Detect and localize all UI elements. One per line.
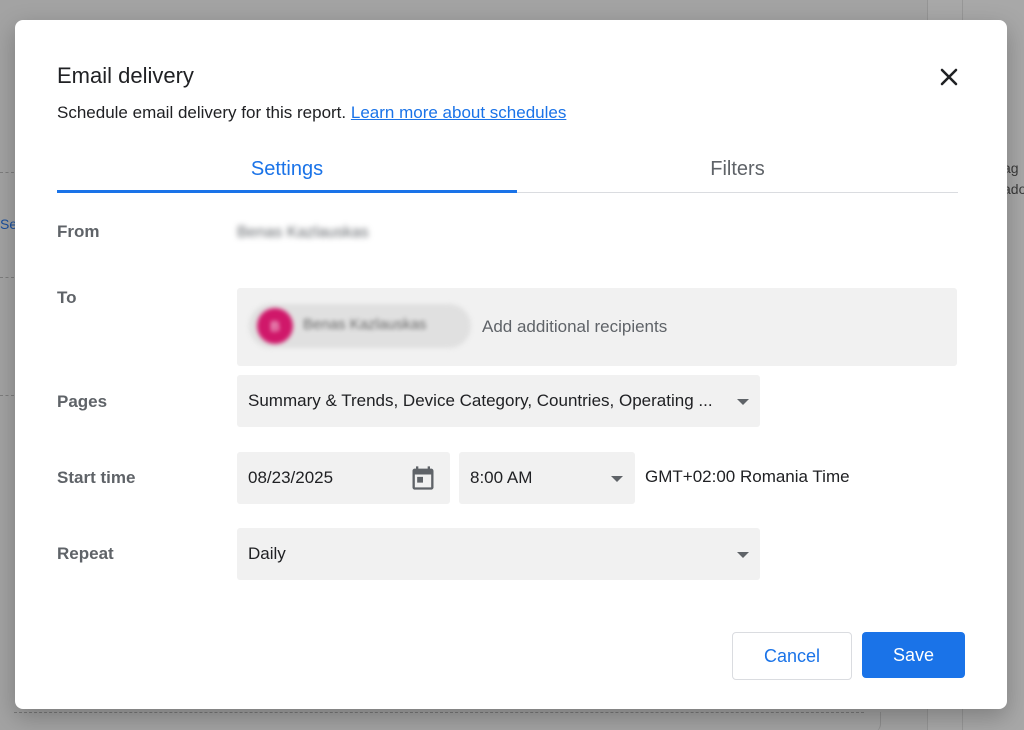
learn-more-link[interactable]: Learn more about schedules	[351, 103, 566, 122]
time-select[interactable]: 8:00 AM	[459, 452, 635, 504]
add-recipients-input[interactable]	[482, 317, 942, 337]
pages-value: Summary & Trends, Device Category, Count…	[248, 391, 713, 410]
start-time-label: Start time	[57, 468, 136, 487]
from-label: From	[57, 222, 100, 241]
dialog-subtitle: Schedule email delivery for this report.…	[57, 103, 566, 123]
time-value: 8:00 AM	[470, 468, 533, 487]
date-field[interactable]: 08/23/2025	[237, 452, 450, 504]
pages-select[interactable]: Summary & Trends, Device Category, Count…	[237, 375, 760, 427]
chevron-down-icon	[737, 552, 749, 558]
from-value: Benas Kazlauskas	[237, 224, 369, 241]
repeat-select[interactable]: Daily	[237, 528, 760, 580]
to-label: To	[57, 288, 77, 307]
dialog-title: Email delivery	[57, 63, 194, 88]
date-value: 08/23/2025	[248, 468, 334, 487]
repeat-label: Repeat	[57, 544, 114, 563]
calendar-icon[interactable]	[409, 464, 437, 492]
close-button[interactable]	[934, 62, 964, 92]
recipient-name: Benas Kazlauskas	[303, 316, 427, 333]
timezone-text: GMT+02:00 Romania Time	[645, 467, 850, 486]
background-divider	[0, 277, 14, 278]
tab-settings[interactable]: Settings	[57, 146, 517, 193]
background-divider	[0, 395, 14, 396]
recipient-chip[interactable]: B Benas Kazlauskas	[249, 304, 471, 348]
repeat-value: Daily	[248, 544, 286, 563]
background-divider	[0, 172, 14, 173]
close-icon	[940, 68, 958, 86]
tab-bar: Settings Filters	[57, 146, 958, 193]
cancel-button[interactable]: Cancel	[732, 632, 852, 680]
subtitle-text: Schedule email delivery for this report.	[57, 103, 347, 122]
avatar: B	[257, 308, 293, 344]
recipients-field[interactable]: B Benas Kazlauskas	[237, 288, 957, 366]
pages-label: Pages	[57, 392, 108, 411]
chevron-down-icon	[611, 476, 623, 482]
background-card	[14, 712, 881, 730]
email-delivery-dialog: Email delivery Schedule email delivery f…	[15, 20, 1007, 709]
chevron-down-icon	[737, 399, 749, 405]
save-button[interactable]: Save	[862, 632, 965, 678]
tab-filters[interactable]: Filters	[517, 146, 958, 192]
avatar-initial: B	[270, 318, 280, 334]
